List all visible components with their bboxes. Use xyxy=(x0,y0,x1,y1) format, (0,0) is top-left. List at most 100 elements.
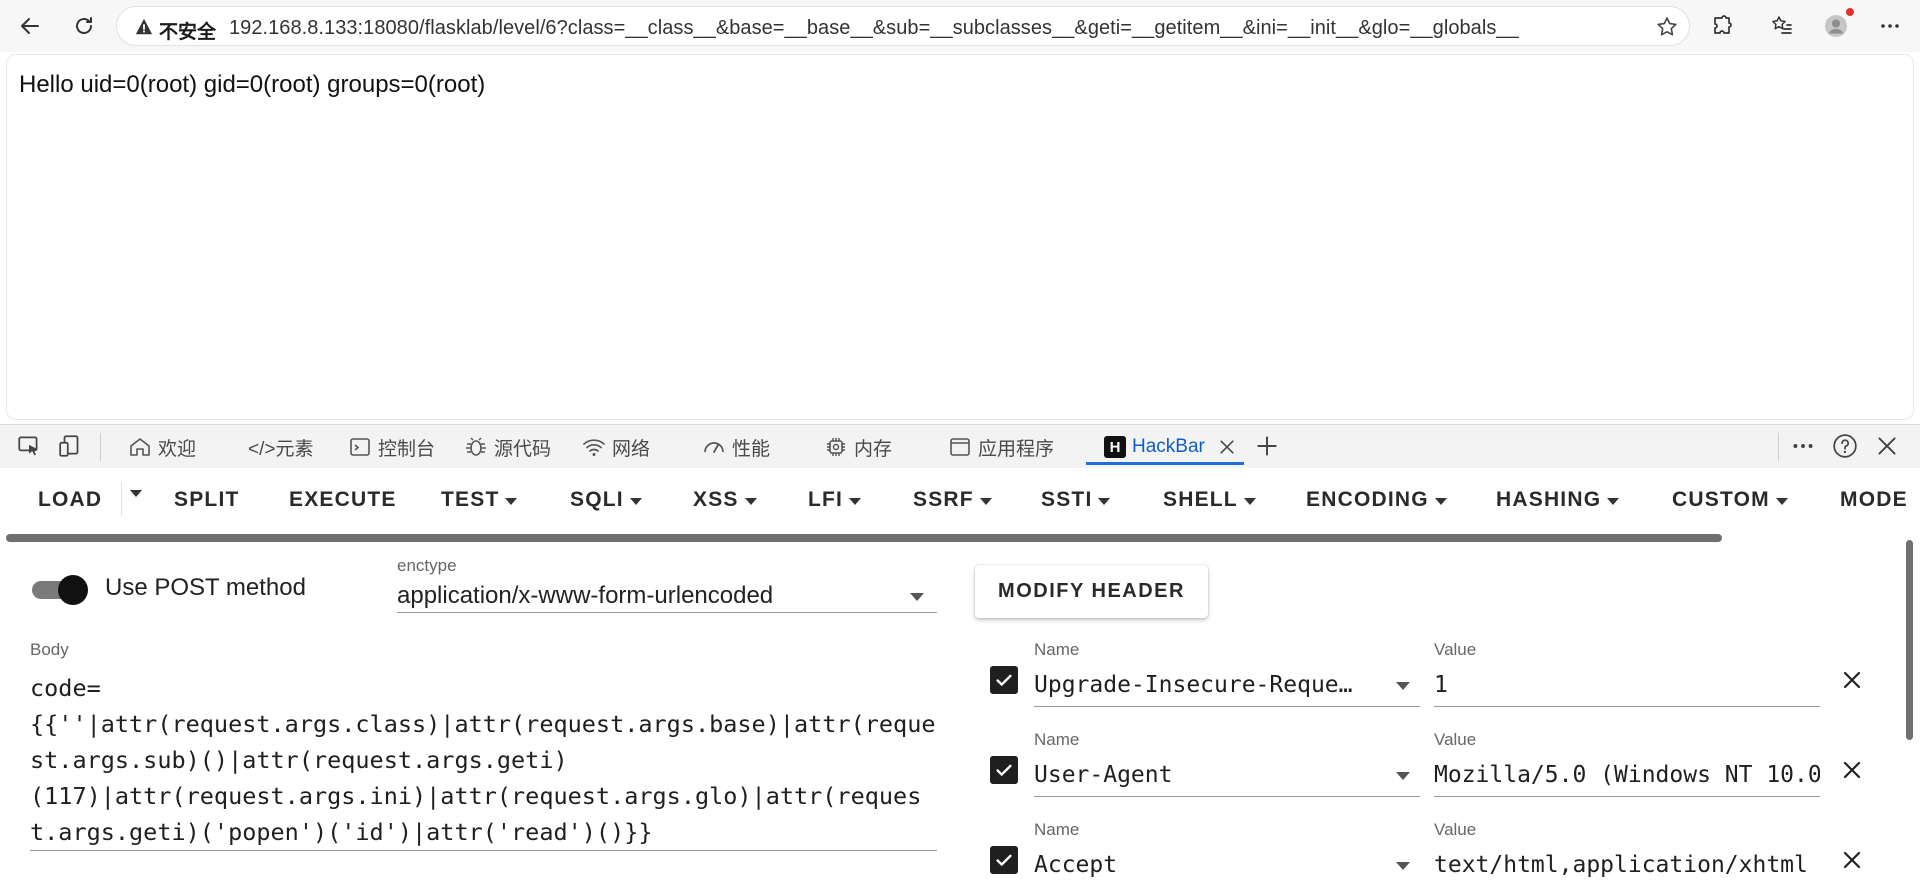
warning-icon xyxy=(135,18,153,35)
header-value-label: Value xyxy=(1434,820,1477,839)
chevron-down-icon[interactable] xyxy=(1396,862,1410,870)
performance-icon xyxy=(704,442,724,453)
help-icon[interactable] xyxy=(1832,433,1858,459)
delete-header-icon[interactable] xyxy=(1840,758,1864,782)
tab-welcome[interactable]: 欢迎 xyxy=(128,431,196,463)
home-icon xyxy=(130,438,150,456)
menu-label: LFI xyxy=(808,488,844,511)
chevron-down-icon xyxy=(849,497,862,505)
vertical-scrollbar[interactable] xyxy=(1906,540,1913,740)
menu-label: SSTI xyxy=(1041,488,1093,511)
menu-xss[interactable]: XSS xyxy=(693,488,757,512)
header-name-input[interactable]: User-Agent xyxy=(1034,762,1364,788)
notification-dot xyxy=(1846,8,1854,16)
app-window-icon xyxy=(950,438,970,456)
favorites-list-icon xyxy=(1772,16,1792,34)
tab-console[interactable]: 控制台 xyxy=(348,431,435,463)
security-status[interactable]: 不安全 xyxy=(159,17,216,44)
tab-network[interactable]: 网络 xyxy=(582,431,650,463)
delete-header-icon[interactable] xyxy=(1840,848,1864,872)
toolbar-divider xyxy=(1778,433,1779,461)
tab-label: HackBar xyxy=(1132,436,1205,457)
favorites-button[interactable] xyxy=(1764,8,1800,44)
chevron-down-icon xyxy=(744,497,757,505)
hackbar-logo-icon: H xyxy=(1104,436,1126,458)
chip-icon xyxy=(827,438,845,456)
device-emulation-icon[interactable] xyxy=(58,433,84,459)
chevron-down-icon xyxy=(1434,497,1447,505)
header-name-label: Name xyxy=(1034,730,1080,749)
tab-elements[interactable]: </>元素 xyxy=(248,431,313,463)
tab-application[interactable]: 应用程序 xyxy=(948,431,1054,463)
header-name-input[interactable]: Accept xyxy=(1034,852,1364,878)
tab-hackbar[interactable]: H HackBar xyxy=(1104,431,1237,463)
console-icon xyxy=(350,438,370,456)
checkmark-icon xyxy=(996,854,1012,866)
close-devtools-icon[interactable] xyxy=(1874,433,1900,459)
menu-split[interactable]: SPLIT xyxy=(174,488,240,512)
chevron-down-icon xyxy=(1243,497,1256,505)
extensions-button[interactable] xyxy=(1704,8,1740,44)
chevron-down-icon xyxy=(979,497,992,505)
menu-sqli[interactable]: SQLI xyxy=(570,488,642,512)
inspect-icon[interactable] xyxy=(16,433,42,459)
browser-toolbar: 不安全 192.168.8.133:18080/flasklab/level/6… xyxy=(0,0,1920,52)
header-value-input[interactable]: text/html,application/xhtml xyxy=(1434,852,1820,878)
menu-label: SSRF xyxy=(913,488,974,511)
chevron-down-icon xyxy=(1775,497,1788,505)
chevron-down-icon[interactable] xyxy=(910,593,924,601)
chevron-down-icon[interactable] xyxy=(1396,682,1410,690)
menu-mode[interactable]: MODE xyxy=(1840,488,1908,512)
header-enabled-checkbox[interactable] xyxy=(990,846,1018,874)
post-method-toggle[interactable] xyxy=(30,575,90,605)
menu-load[interactable]: LOAD xyxy=(38,488,102,512)
tab-sources[interactable]: 源代码 xyxy=(464,431,551,463)
header-value-label: Value xyxy=(1434,730,1477,749)
header-row: Name Value Upgrade-Insecure-Requests 1 xyxy=(0,640,1900,720)
header-value-label: Value xyxy=(1434,640,1477,659)
delete-header-icon[interactable] xyxy=(1840,668,1864,692)
checkmark-icon xyxy=(996,764,1012,776)
menu-execute[interactable]: EXECUTE xyxy=(289,488,397,512)
menu-load-dropdown[interactable] xyxy=(130,488,142,497)
hackbar-toolbar: LOAD SPLIT EXECUTE TEST SQLI XSS LFI SSR… xyxy=(0,470,1920,532)
tab-label: 应用程序 xyxy=(978,438,1055,460)
close-icon[interactable] xyxy=(1217,437,1237,457)
tab-performance[interactable]: 性能 xyxy=(702,431,770,463)
toolbar-divider xyxy=(100,433,101,461)
menu-lfi[interactable]: LFI xyxy=(808,488,862,512)
modify-header-button[interactable]: MODIFY HEADER xyxy=(975,565,1208,618)
menu-label: ENCODING xyxy=(1306,488,1429,511)
address-bar[interactable]: 不安全 192.168.8.133:18080/flasklab/level/6… xyxy=(116,6,1690,46)
more-menu-button[interactable] xyxy=(1872,8,1908,44)
menu-label: XSS xyxy=(693,488,739,511)
header-value-input[interactable]: Mozilla/5.0 (Windows NT 10.0 xyxy=(1434,762,1820,788)
header-name-input[interactable]: Upgrade-Insecure-Requests xyxy=(1034,672,1364,698)
menu-label: SPLIT xyxy=(174,488,240,511)
menu-shell[interactable]: SHELL xyxy=(1163,488,1256,512)
more-horizontal-icon[interactable] xyxy=(1790,433,1816,459)
star-icon[interactable] xyxy=(1655,15,1679,39)
wifi-icon xyxy=(583,439,605,456)
header-enabled-checkbox[interactable] xyxy=(990,666,1018,694)
menu-custom[interactable]: CUSTOM xyxy=(1672,488,1788,512)
tab-memory[interactable]: 内存 xyxy=(824,431,892,463)
enctype-underline xyxy=(397,612,937,613)
menu-hashing[interactable]: HASHING xyxy=(1496,488,1620,512)
active-tab-indicator xyxy=(1086,462,1244,465)
menu-ssti[interactable]: SSTI xyxy=(1041,488,1111,512)
add-tab-icon[interactable] xyxy=(1254,433,1280,459)
reload-button[interactable] xyxy=(66,8,102,44)
header-value-input[interactable]: 1 xyxy=(1434,672,1820,698)
tab-label: 网络 xyxy=(612,438,651,460)
enctype-select[interactable]: application/x-www-form-urlencoded xyxy=(397,582,773,610)
chevron-down-icon[interactable] xyxy=(1396,772,1410,780)
header-name-label: Name xyxy=(1034,640,1080,659)
header-enabled-checkbox[interactable] xyxy=(990,756,1018,784)
menu-test[interactable]: TEST xyxy=(441,488,518,512)
menu-encoding[interactable]: ENCODING xyxy=(1306,488,1447,512)
horizontal-scrollbar[interactable] xyxy=(6,534,1722,542)
menu-ssrf[interactable]: SSRF xyxy=(913,488,992,512)
url-text[interactable]: 192.168.8.133:18080/flasklab/level/6?cla… xyxy=(229,17,1519,40)
back-button[interactable] xyxy=(12,8,48,44)
